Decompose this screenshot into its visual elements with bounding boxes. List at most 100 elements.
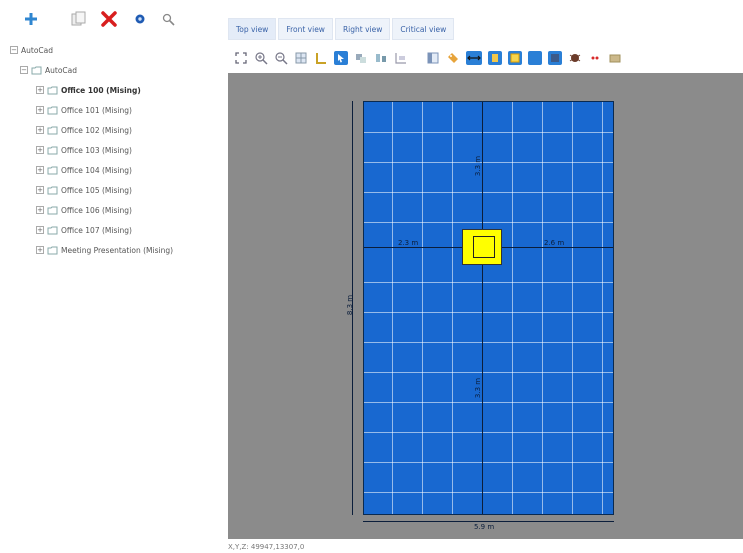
grid-line [512,102,513,514]
tree-item-label: Office 105 (Mising) [61,185,132,195]
tree-item[interactable]: + Office 104 (Mising) [36,162,132,178]
link-icon[interactable] [588,51,602,65]
grid-line [364,402,613,403]
render-icon[interactable] [568,51,582,65]
expand-icon[interactable]: + [36,206,44,214]
room-icon [47,166,58,174]
image-icon[interactable] [608,51,622,65]
grid-line [364,372,613,373]
grid-line [364,132,613,133]
delete-button[interactable] [100,10,118,28]
grid-line [542,102,543,514]
tree-item-label: Office 101 (Mising) [61,105,132,115]
tree-root[interactable]: − AutoCad [10,42,53,58]
panel-icon[interactable] [426,51,440,65]
top-view-viewport[interactable]: 3.3 m 3.3 m 2.3 m 2.6 m 8.3 m 5.9 m [228,73,743,539]
grid-line [452,102,453,514]
grid-line [364,492,613,493]
grid-line [364,342,613,343]
dimension-icon[interactable] [466,51,482,65]
tab-top-view[interactable]: Top view [228,18,277,40]
tab-right-view[interactable]: Right view [334,18,391,40]
sun-icon[interactable] [508,51,522,65]
zoom-out-icon[interactable] [274,51,288,65]
collapse-icon[interactable]: − [10,46,18,54]
tree-item-label: Office 106 (Mising) [61,205,132,215]
grid-line [392,102,393,514]
grid-line [364,282,613,283]
tree-item[interactable]: + Office 102 (Mising) [36,122,132,138]
grid-line [364,192,613,193]
align-icon[interactable] [374,51,388,65]
tree-item[interactable]: + Office 100 (Mising) [36,82,141,98]
grid-line [364,462,613,463]
dim-right-label: 2.6 m [544,239,565,247]
room-icon [47,246,58,254]
grid-icon[interactable] [294,51,308,65]
dim-bottom-label: 3.3 m [474,377,483,399]
grid-line [364,432,613,433]
collapse-icon[interactable]: − [20,66,28,74]
grid-line [364,312,613,313]
plus-icon [25,13,37,25]
expand-icon[interactable]: + [36,246,44,254]
room-icon [47,206,58,214]
measure-icon[interactable] [314,51,328,65]
tree-item[interactable]: + Office 105 (Mising) [36,182,132,198]
total-height-label: 8.3 m [346,294,355,316]
room-icon [47,106,58,114]
expand-icon[interactable]: + [36,106,44,114]
center-axis-vertical [482,102,483,514]
tree-item[interactable]: + Office 101 (Mising) [36,102,132,118]
grid-line [364,222,613,223]
tree-item[interactable]: + Meeting Presentation (Mising) [36,242,173,258]
grid-line [602,102,603,514]
folder-icon [31,66,42,74]
expand-icon[interactable]: + [36,126,44,134]
zoom-in-icon[interactable] [254,51,268,65]
tree-child[interactable]: − AutoCad [20,62,77,78]
expand-icon[interactable]: + [36,226,44,234]
total-width-label: 5.9 m [474,523,495,531]
tree-item[interactable]: + Office 103 (Mising) [36,142,132,158]
tab-critical-view[interactable]: Critical view [392,18,455,40]
tree-item-label: Office 107 (Mising) [61,225,132,235]
tree-item-label: Office 102 (Mising) [61,125,132,135]
tree-item[interactable]: + Office 106 (Mising) [36,202,132,218]
coordinate-readout: X,Y,Z: 49947,13307,0 [228,543,305,551]
grid-line [364,162,613,163]
tab-front-view[interactable]: Front view [278,18,333,40]
expand-icon[interactable]: + [36,86,44,94]
add-button[interactable] [22,10,40,28]
layout-icon[interactable] [394,51,408,65]
select-icon[interactable] [334,51,348,65]
room-icon [47,226,58,234]
placed-object[interactable] [462,229,502,265]
room-floor[interactable]: 3.3 m 3.3 m 2.3 m 2.6 m [363,101,614,515]
tree-item-label: Office 104 (Mising) [61,165,132,175]
copy-button[interactable] [68,10,90,28]
view3d-icon[interactable] [548,51,562,65]
snap-icon[interactable] [354,51,368,65]
search-button[interactable] [160,10,176,28]
room-icon [47,86,58,94]
room-icon [47,146,58,154]
zoom-extents-icon[interactable] [234,51,248,65]
tree-item[interactable]: + Office 107 (Mising) [36,222,132,238]
tree-item-label: Meeting Presentation (Mising) [61,245,174,255]
expand-icon[interactable]: + [36,186,44,194]
settings-button[interactable] [133,10,147,28]
dim-top-label: 3.3 m [474,155,483,177]
room-icon [47,126,58,134]
tag-icon[interactable] [446,51,460,65]
light-icon[interactable] [488,51,502,65]
tree-root-label: AutoCad [21,45,54,55]
expand-icon[interactable]: + [36,166,44,174]
settings-icon [135,14,145,24]
copy-icon [71,11,86,26]
tree-child-label: AutoCad [45,65,78,75]
room-icon [47,186,58,194]
layer-icon[interactable] [528,51,542,65]
grid-line [572,102,573,514]
expand-icon[interactable]: + [36,146,44,154]
